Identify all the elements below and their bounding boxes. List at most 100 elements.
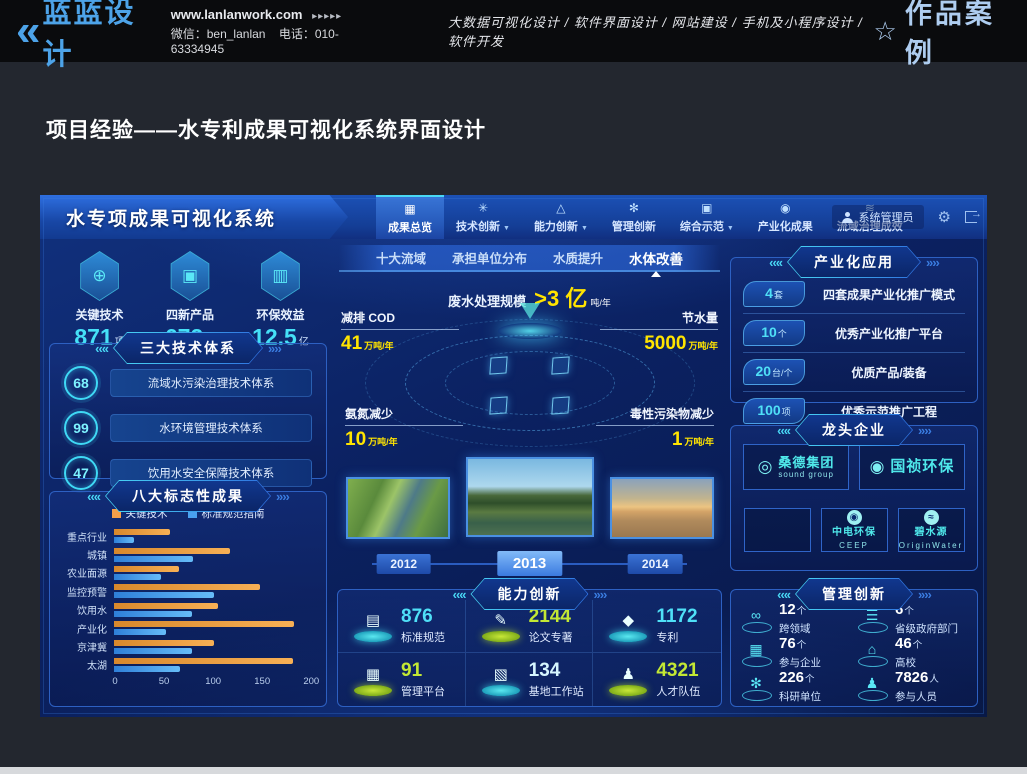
achievements-chart-rows: 重点行业城镇农业面源监控预警饮用水产业化京津冀太湖 bbox=[50, 521, 326, 674]
year-button-2014[interactable]: 2014 bbox=[628, 554, 683, 574]
chevrons-right-icon: »›› bbox=[918, 423, 931, 438]
tab-water-quality[interactable]: 水质提升 bbox=[553, 248, 603, 267]
achievements-panel: ‹‹« 八大标志性成果 »›› 关键技术 标准规范指南 重点行业城镇农业面源监控… bbox=[49, 491, 327, 707]
tech-system-row: 99 水环境管理技术体系 bbox=[64, 411, 312, 445]
box-icon: ▣ bbox=[701, 202, 712, 215]
chart-bar bbox=[114, 648, 192, 654]
chart-bar bbox=[114, 611, 192, 617]
stat-platforms: ▦ 91管理平台 bbox=[338, 653, 466, 706]
chart-bar bbox=[114, 566, 179, 572]
dashboard-title: 水专项成果可视化系统 bbox=[40, 195, 348, 239]
portfolio-label: 作品案例 bbox=[905, 0, 1009, 70]
services-list: 大数据可视化设计 / 软件界面设计 / 网站建设 / 手机及小程序设计 / 软件… bbox=[448, 12, 874, 50]
website-line: www.lanlanwork.com ▸▸▸▸▸ bbox=[171, 7, 378, 22]
cube-icon bbox=[489, 356, 507, 374]
chart-bar bbox=[114, 666, 180, 672]
logo-sound-group: ◎ 桑德集团sound group bbox=[743, 444, 849, 490]
chart-bar bbox=[114, 658, 293, 664]
diamond-icon: ◆ bbox=[609, 608, 647, 634]
metric-water-saved: 节水量 5000万吨/年 bbox=[600, 309, 718, 355]
logo-guozhen: ◉ 国祯环保 bbox=[859, 444, 965, 490]
chart-row: 监控预警 bbox=[56, 582, 314, 600]
flower-icon: ✻ bbox=[629, 202, 639, 215]
stat-workstations: ▧ 134基地工作站 bbox=[466, 653, 594, 706]
contact-line: 微信：ben_lanlan 电话：010-63334945 bbox=[171, 25, 378, 56]
grid-icon: ▦ bbox=[404, 203, 415, 216]
photo-2013[interactable] bbox=[466, 457, 594, 537]
website-url[interactable]: www.lanlanwork.com bbox=[171, 7, 303, 22]
tab-ten-basins[interactable]: 十大流域 bbox=[376, 248, 426, 267]
tab-water-improvement[interactable]: 水体改善 bbox=[629, 248, 683, 268]
left-column: ⊕ 关键技术 871项 ▣ 四新产品 672项 ▥ 环保效益 12.5亿 ‹‹«… bbox=[49, 239, 331, 717]
chart-row: 城镇 bbox=[56, 545, 314, 563]
nav-item-ability-innovation[interactable]: △ 能力创新▼ bbox=[522, 195, 600, 239]
nav-item-tech-innovation[interactable]: ✳ 技术创新▼ bbox=[444, 195, 522, 239]
arrows-icon: ▸▸▸▸▸ bbox=[312, 11, 342, 22]
chevron-down-icon: ▼ bbox=[727, 225, 734, 232]
nav-item-overview[interactable]: ▦ 成果总览 bbox=[376, 195, 444, 239]
beam-arrow-icon bbox=[520, 303, 540, 319]
chevrons-right-icon: »›› bbox=[276, 489, 289, 504]
chevrons-right-icon: »›› bbox=[918, 587, 931, 602]
stat-research-units: ✻ 226个科研单位 bbox=[741, 670, 857, 704]
center-tab-bar: 十大流域 承担单位分布 水质提升 水体改善 bbox=[339, 245, 720, 272]
grid-icon: ▦ bbox=[354, 662, 392, 688]
photo-2012[interactable] bbox=[346, 477, 450, 539]
page-title: 项目经验——水专利成果可视化系统界面设计 bbox=[46, 114, 486, 144]
chart-bar bbox=[114, 556, 193, 562]
metric-ammonia-reduction: 氨氮减少 10万吨/年 bbox=[345, 405, 463, 451]
triangle-icon: △ bbox=[556, 202, 565, 215]
chart-row: 饮用水 bbox=[56, 601, 314, 619]
industry-row: 20台/个 优质产品/装备 bbox=[743, 356, 965, 392]
year-photos bbox=[333, 453, 726, 539]
microscope-icon: ✻ bbox=[741, 673, 771, 693]
chevrons-right-icon: »›› bbox=[268, 341, 281, 356]
molecule-icon: ✳ bbox=[478, 202, 488, 215]
gear-icon[interactable]: ⚙ bbox=[938, 208, 951, 226]
logo-icon: « bbox=[16, 11, 34, 51]
nav-item-industrialization[interactable]: ◉ 产业化成果 bbox=[746, 195, 825, 239]
chart-row: 重点行业 bbox=[56, 527, 314, 545]
logo[interactable]: « 蓝蓝设计 bbox=[16, 0, 151, 73]
industrialization-panel: ‹‹« 产业化应用 »›› 4套 四套成果产业化推广模式 10个 优秀产业化推广… bbox=[730, 257, 978, 403]
tab-unit-distribution[interactable]: 承担单位分布 bbox=[452, 248, 527, 267]
center-column: 十大流域 承担单位分布 水质提升 水体改善 废水处理规模>3 亿吨/年 减排 C… bbox=[333, 239, 726, 717]
people-icon: ♟ bbox=[609, 662, 647, 688]
logo-originwater: ≈ 碧水源 OriginWater bbox=[898, 508, 965, 552]
ring-value: 68 bbox=[64, 366, 98, 400]
chart-bar bbox=[114, 529, 170, 535]
chart-bar bbox=[114, 603, 218, 609]
book-icon: ▤ bbox=[354, 608, 392, 634]
metric-cod-reduction: 减排 COD 41万吨/年 bbox=[341, 309, 459, 355]
people-icon: ♟ bbox=[857, 673, 887, 693]
stat-patents: ◆ 1172专利 bbox=[593, 600, 721, 653]
chart-bar bbox=[114, 621, 294, 627]
year-button-2012[interactable]: 2012 bbox=[376, 554, 431, 574]
cube-icon bbox=[551, 396, 569, 414]
industry-row: 10个 优秀产业化推广平台 bbox=[743, 317, 965, 353]
orbit-ring bbox=[445, 351, 615, 415]
chart-bar bbox=[114, 584, 260, 590]
chevron-down-icon: ▼ bbox=[503, 225, 510, 232]
chart-row: 京津冀 bbox=[56, 637, 314, 655]
nav-item-management-innovation[interactable]: ✻ 管理创新 bbox=[600, 195, 668, 239]
school-icon: ⌂ bbox=[857, 639, 887, 659]
management-title: 管理创新 bbox=[796, 579, 912, 609]
dashboard-screenshot: 水专项成果可视化系统 ▦ 成果总览 ✳ 技术创新▼ △ 能力创新▼ ✻ 管理创新… bbox=[40, 195, 987, 717]
photo-2014[interactable] bbox=[610, 477, 714, 539]
logout-icon[interactable] bbox=[965, 211, 977, 223]
logo-text: 蓝蓝设计 bbox=[42, 0, 150, 73]
stat-enterprises: ▦ 76个参与企业 bbox=[741, 636, 857, 670]
link-icon: ∞ bbox=[741, 605, 771, 625]
portfolio-link[interactable]: ☆ 作品案例 bbox=[874, 0, 1009, 70]
year-button-2013[interactable]: 2013 bbox=[497, 551, 562, 576]
admin-user-button[interactable]: 系统管理员 bbox=[832, 205, 924, 229]
chevrons-left-icon: ‹‹« bbox=[453, 587, 466, 602]
document-icon: ▧ bbox=[482, 662, 520, 688]
contact-block: www.lanlanwork.com ▸▸▸▸▸ 微信：ben_lanlan 电… bbox=[171, 7, 378, 56]
sound-group-logo-icon: ◎ bbox=[758, 457, 773, 477]
industry-row: 4套 四套成果产业化推广模式 bbox=[743, 278, 965, 314]
nav-item-demonstration[interactable]: ▣ 综合示范▼ bbox=[668, 195, 746, 239]
wechat-text: 微信：ben_lanlan bbox=[171, 27, 266, 41]
tech-systems-title: 三大技术体系 bbox=[114, 333, 262, 363]
